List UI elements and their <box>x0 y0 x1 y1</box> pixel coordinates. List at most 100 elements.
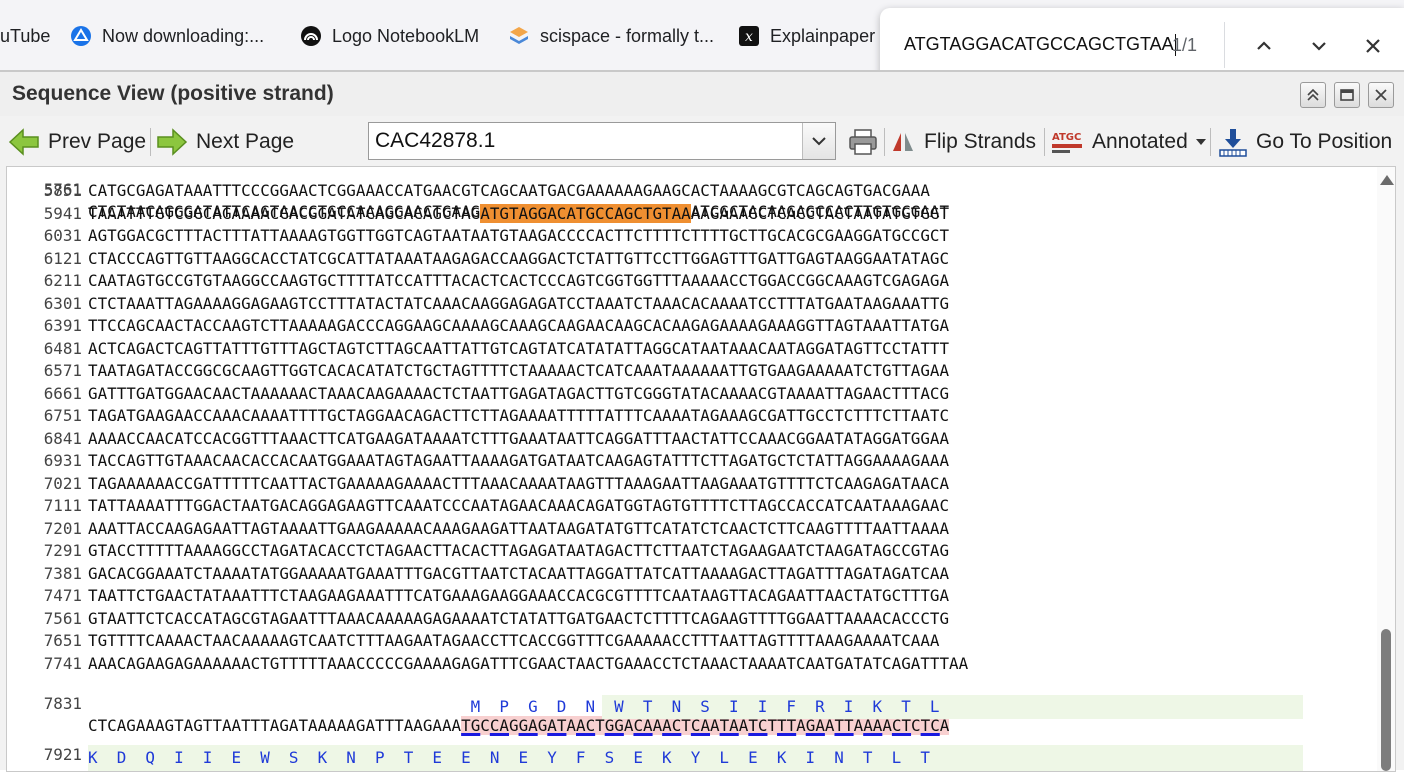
amino-acid-row: M P G D N W T N S I I F R I K T L <box>88 697 959 716</box>
printer-icon <box>849 129 877 155</box>
google-drive-icon <box>70 25 92 47</box>
orf-sequence-row: 7831 CTCAGAAAGTAGTTAATTTAGATAAAAAGATTTAA… <box>7 671 950 735</box>
flip-strands-button[interactable]: Flip Strands <box>890 126 1036 158</box>
window-title: Sequence View (positive strand) <box>12 82 334 105</box>
prev-page-button[interactable]: Prev Page <box>8 126 146 158</box>
go-to-position-button[interactable]: Go To Position <box>1218 126 1392 158</box>
arrow-left-icon <box>8 128 39 156</box>
dna-sequence: CATGCGAGATAAATTTCCCGGAACTCGGAAACCATGAACG… <box>88 181 930 200</box>
codon: TG <box>461 716 481 735</box>
svg-text:ATGC: ATGC <box>1052 132 1081 143</box>
position-number: 6391 <box>43 316 82 335</box>
position-number: 7111 <box>43 496 82 515</box>
position-number: 6751 <box>43 406 82 425</box>
dna-sequence: CTACCCAGTTGTTAAGGCACCTATCGCATTATAAATAAGA… <box>88 248 950 268</box>
accession-select[interactable]: CAC42878.1 <box>368 122 836 160</box>
position-number: 7201 <box>43 518 82 538</box>
find-input[interactable]: ATGTAGGACATGCCAGCTGTAA <box>904 34 1176 57</box>
bookmark-notebooklm[interactable]: Logo NotebookLM <box>300 22 479 50</box>
flip-strands-icon <box>893 133 913 151</box>
notebooklm-icon <box>300 25 322 47</box>
collapse-button[interactable] <box>1300 82 1326 108</box>
dna-sequence: CAATAGTGCCGTGTAAGGCCAAGTGCTTTTATCCATTTAC… <box>88 271 950 290</box>
dna-sequence: TACCAGTTGTAAACAACACCACAATGGAAATAGTAGAATT… <box>88 451 950 470</box>
search-match-highlight: ATGTAGGACATGCCAGCTGTAA <box>480 203 691 223</box>
position-number: 6121 <box>43 248 82 268</box>
codon: AT <box>547 716 567 735</box>
bookmark-explainpaper[interactable]: x Explainpaper <box>738 22 875 50</box>
atgc-annotation-icon: ATGC <box>1052 132 1082 153</box>
position-number: 6031 <box>43 226 82 245</box>
codon: CA <box>489 716 509 735</box>
chevron-down-icon <box>1312 42 1326 51</box>
dna-sequence: TTCCAGCAACTACCAAGTCTTAAAAAGACCCAGGAAGCAA… <box>88 316 950 335</box>
dna-sequence: GTACCTTTTTAAAAGGCCTAGATACACCTCTAGAACTTAC… <box>88 541 950 560</box>
next-page-label: Next Page <box>196 130 295 153</box>
dna-sequence: GATTTGATGGAACAACTAAAAAACTAAACAAGAAAACTCT… <box>88 383 950 403</box>
scrollbar-thumb[interactable] <box>1381 629 1391 771</box>
dna-sequence: ACTCAGACTCAGTTATTTGTTTAGCTAGTCTTAGCAATTA… <box>88 338 950 358</box>
go-to-position-icon <box>1219 129 1247 157</box>
dna-sequence: AAAACCAACATCCACGGTTTAAACTTCATGAAGATAAAAT… <box>88 428 950 448</box>
position-number: 7831 <box>43 694 82 713</box>
position-number: 7561 <box>43 608 82 628</box>
sequence-view-window: Sequence View (positive strand) Prev Pag… <box>0 70 1404 772</box>
bookmark-label: Now downloading:... <box>102 25 265 46</box>
scispace-icon <box>508 25 530 47</box>
find-next-button[interactable] <box>1303 30 1335 62</box>
dna-sequence: AAACAGAAGAGAAAAAACTGTTTTTAAACCCCCGAAAAGA… <box>88 653 969 673</box>
bookmark-label: scispace - formally t... <box>540 25 715 46</box>
annotated-dropdown[interactable]: ATGC Annotated <box>1052 126 1216 158</box>
dna-sequence: TATTAAAATTTGGACTAATGACAGGAGAAGTTCAAATCCC… <box>88 496 950 515</box>
orf-sequence-row: 7921 AAGACCAAATAATTGAATGGAGTAAAAATCCAACT… <box>7 722 940 771</box>
position-number: 7471 <box>43 586 82 605</box>
dna-sequence: GACACGGAAATCTAAAATATGGAAAAATGAAATTTGACGT… <box>88 563 950 583</box>
find-previous-button[interactable] <box>1248 30 1280 62</box>
dna-sequence: CTCTAAATTAGAAAAGGAGAAGTCCTTTATACTATCAAAC… <box>88 293 950 313</box>
sequence-panel[interactable]: 5761 CTCTAACAGGGATATTCAGTAACCTGCCAAAGGAA… <box>6 166 1396 772</box>
position-number: 6301 <box>43 293 82 313</box>
bookmark-scispace[interactable]: scispace - formally t... <box>508 22 714 50</box>
prev-page-label: Prev Page <box>48 130 147 153</box>
find-close-button[interactable] <box>1357 30 1389 62</box>
position-number: 5941 <box>43 203 82 223</box>
position-number: 6661 <box>43 383 82 403</box>
codon: AC <box>576 716 596 735</box>
dna-sequence: TAAATTTGTCGGCAGAAAACGACGGATATCAGCACAGCTA… <box>88 203 950 223</box>
bookmark-label: Logo NotebookLM <box>332 25 480 46</box>
caret-down-icon <box>1195 139 1206 145</box>
find-query: ATGTAGGACATGCCAGCTGTAA <box>904 34 1174 54</box>
bookmark-now-downloading[interactable]: Now downloading:... <box>70 22 264 50</box>
dna-sequence: TAATAGATACCGGCGCAAGTTGGTCACACATATCTGCTAG… <box>88 361 950 380</box>
bookmark-youtube[interactable]: uTube <box>0 22 50 50</box>
maximize-icon <box>1340 89 1354 101</box>
position-number: 7291 <box>43 541 82 560</box>
print-button[interactable] <box>848 126 886 158</box>
scroll-up-arrow-icon[interactable] <box>1380 175 1394 185</box>
svg-text:x: x <box>745 29 753 45</box>
position-number: 6211 <box>43 271 82 290</box>
toolbar-separator <box>884 128 885 156</box>
dna-sequence: AGTGGACGCTTTACTTTATTAAAAGTGGTTGGTCAGTAAT… <box>88 226 950 245</box>
position-number: 6931 <box>43 451 82 470</box>
position-number: 5851 <box>43 181 82 200</box>
chevron-up-icon <box>1257 41 1271 50</box>
position-number: 7651 <box>43 631 82 650</box>
find-match-count: 1/1 <box>1172 35 1198 55</box>
toolbar: Prev Page Next Page CAC42878.1 Flip Stra… <box>0 116 1404 166</box>
window-close-button[interactable] <box>1368 82 1394 108</box>
position-number: 6571 <box>43 361 82 380</box>
dna-sequence: TAGATGAAGAACCAAACAAAATTTTGCTAGGAACAGACTT… <box>88 406 950 425</box>
position-number: 7381 <box>43 563 82 583</box>
position-number: 7021 <box>43 473 82 493</box>
toolbar-separator <box>150 128 151 156</box>
dropdown-arrow[interactable] <box>802 123 835 159</box>
position-number: 6841 <box>43 428 82 448</box>
bookmark-label: uTube <box>0 25 51 46</box>
vertical-scrollbar[interactable] <box>1377 167 1395 771</box>
next-page-button[interactable]: Next Page <box>156 126 294 158</box>
close-icon <box>1375 89 1387 101</box>
arrow-right-icon <box>157 128 188 156</box>
maximize-button[interactable] <box>1334 82 1360 108</box>
dna-sequence: TAATTCTGAACTATAAATTTCTAAGAAGAAATTTCATGAA… <box>88 586 950 605</box>
